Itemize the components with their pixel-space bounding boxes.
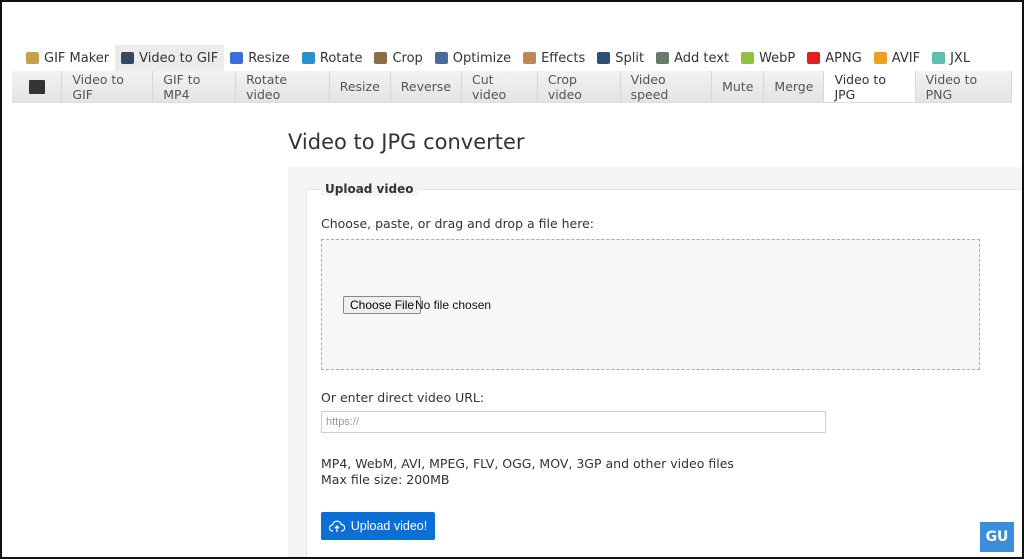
tab-rotate[interactable]: Rotate	[296, 45, 369, 71]
page-title: Video to JPG converter	[288, 130, 525, 154]
tab-apng[interactable]: APNG	[801, 45, 868, 71]
tab-label: APNG	[825, 50, 862, 66]
tab-video-home[interactable]	[12, 71, 63, 102]
split-icon	[597, 52, 611, 64]
tab-split[interactable]: Split	[591, 45, 650, 71]
subtab-reverse[interactable]: Reverse	[391, 71, 463, 102]
optimize-icon	[434, 52, 448, 64]
tab-video-to-gif[interactable]: Video to GIF	[115, 45, 225, 71]
max-size-text: Max file size: 200MB	[321, 472, 450, 487]
tab-label: Optimize	[452, 50, 512, 66]
formats-text: MP4, WebM, AVI, MPEG, FLV, OGG, MOV, 3GP…	[321, 456, 734, 471]
tab-gif-maker[interactable]: GIF Maker	[20, 45, 115, 71]
tab-label: Effects	[541, 50, 586, 66]
rotate-icon	[301, 52, 315, 64]
crop-icon	[374, 52, 388, 64]
subtab-video-to-jpg[interactable]: Video to JPG	[824, 71, 916, 102]
jxl-icon	[932, 52, 946, 64]
subtab-video-to-gif[interactable]: Video to GIF	[62, 71, 154, 102]
file-status: No file chosen	[415, 298, 492, 312]
url-label: Or enter direct video URL:	[321, 390, 485, 405]
upload-button[interactable]: Upload video!	[321, 512, 435, 540]
tab-label: Video to GIF	[139, 50, 219, 66]
subtab-resize[interactable]: Resize	[330, 71, 391, 102]
tab-jxl[interactable]: JXL	[926, 45, 976, 71]
drop-zone[interactable]: Choose File No file chosen	[321, 239, 980, 370]
drop-label: Choose, paste, or drag and drop a file h…	[321, 216, 595, 231]
subtab-merge[interactable]: Merge	[764, 71, 825, 102]
tab-optimize[interactable]: Optimize	[429, 45, 517, 71]
watermark-logo: GU	[980, 522, 1014, 552]
subtab-video-speed[interactable]: Video speed	[621, 71, 713, 102]
tab-webp[interactable]: WebP	[735, 45, 801, 71]
upload-button-label: Upload video!	[350, 519, 428, 533]
tab-label: AVIF	[891, 50, 921, 66]
subtab-crop-video[interactable]: Crop video	[538, 71, 621, 102]
tab-label: Add text	[674, 50, 730, 66]
resize-icon	[230, 52, 244, 64]
subtab-cut-video[interactable]: Cut video	[462, 71, 538, 102]
tab-avif[interactable]: AVIF	[868, 45, 926, 71]
tab-label: Split	[615, 50, 645, 66]
tab-label: GIF Maker	[44, 50, 110, 66]
add-text-icon	[656, 52, 670, 64]
apng-icon	[807, 52, 821, 64]
film-icon	[121, 52, 135, 64]
top-nav: GIF Maker Video to GIF Resize Rotate Crop Opt…	[20, 45, 976, 71]
sub-nav: Video to GIF GIF to MP4 Rotate video Resize…	[12, 71, 1013, 103]
tab-resize[interactable]: Resize	[224, 45, 296, 71]
subtab-mute[interactable]: Mute	[712, 71, 765, 102]
tab-crop[interactable]: Crop	[368, 45, 428, 71]
choose-file-button[interactable]: Choose File	[343, 296, 422, 314]
clapperboard-icon	[28, 79, 45, 94]
effects-icon	[523, 52, 537, 64]
tab-label: Crop	[392, 50, 423, 66]
webp-icon	[741, 52, 755, 64]
upload-panel: Upload video Choose, paste, or drag and …	[288, 167, 1022, 557]
gif-maker-icon	[26, 52, 39, 64]
fieldset-legend: Upload video	[321, 182, 418, 196]
upload-fieldset: Upload video Choose, paste, or drag and …	[306, 182, 1022, 557]
tab-effects[interactable]: Effects	[517, 45, 591, 71]
cloud-upload-icon	[328, 520, 345, 532]
avif-icon	[873, 52, 887, 64]
url-input[interactable]	[321, 411, 826, 433]
subtab-video-to-png[interactable]: Video to PNG	[916, 71, 1013, 102]
tab-label: Rotate	[319, 50, 363, 66]
tab-label: WebP	[759, 50, 796, 66]
subtab-gif-to-mp4[interactable]: GIF to MP4	[153, 71, 237, 102]
tab-label: Resize	[248, 50, 290, 66]
subtab-rotate-video[interactable]: Rotate video	[236, 71, 330, 102]
tab-label: JXL	[950, 50, 971, 66]
tab-add-text[interactable]: Add text	[650, 45, 735, 71]
